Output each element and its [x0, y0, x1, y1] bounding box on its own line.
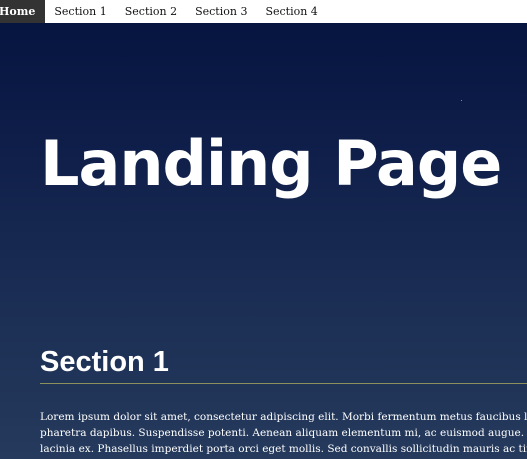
section-1-body: Lorem ipsum dolor sit amet, consectetur … [40, 409, 527, 457]
section-1-body-line: pharetra dapibus. Suspendisse potenti. A… [40, 427, 527, 439]
nav-section-2-link[interactable]: Section 2 [116, 0, 186, 23]
hero-background: Landing Page Section 1 Lorem ipsum dolor… [0, 23, 527, 459]
section-1-body-line: lacinia ex. Phasellus imperdiet porta or… [40, 443, 527, 455]
nav-home-link[interactable]: Home [0, 0, 46, 23]
section-1-body-line: Lorem ipsum dolor sit amet, consectetur … [40, 411, 527, 423]
section-1-heading: Section 1 [40, 346, 169, 378]
hero-title: Landing Page [40, 127, 502, 200]
star-dot [461, 100, 462, 101]
section-divider [40, 383, 527, 384]
nav-section-1-link[interactable]: Section 1 [45, 0, 115, 23]
nav-section-4-link[interactable]: Section 4 [256, 0, 326, 23]
nav-section-3-link[interactable]: Section 3 [186, 0, 256, 23]
top-navigation: Home Section 1 Section 2 Section 3 Secti… [0, 0, 527, 23]
